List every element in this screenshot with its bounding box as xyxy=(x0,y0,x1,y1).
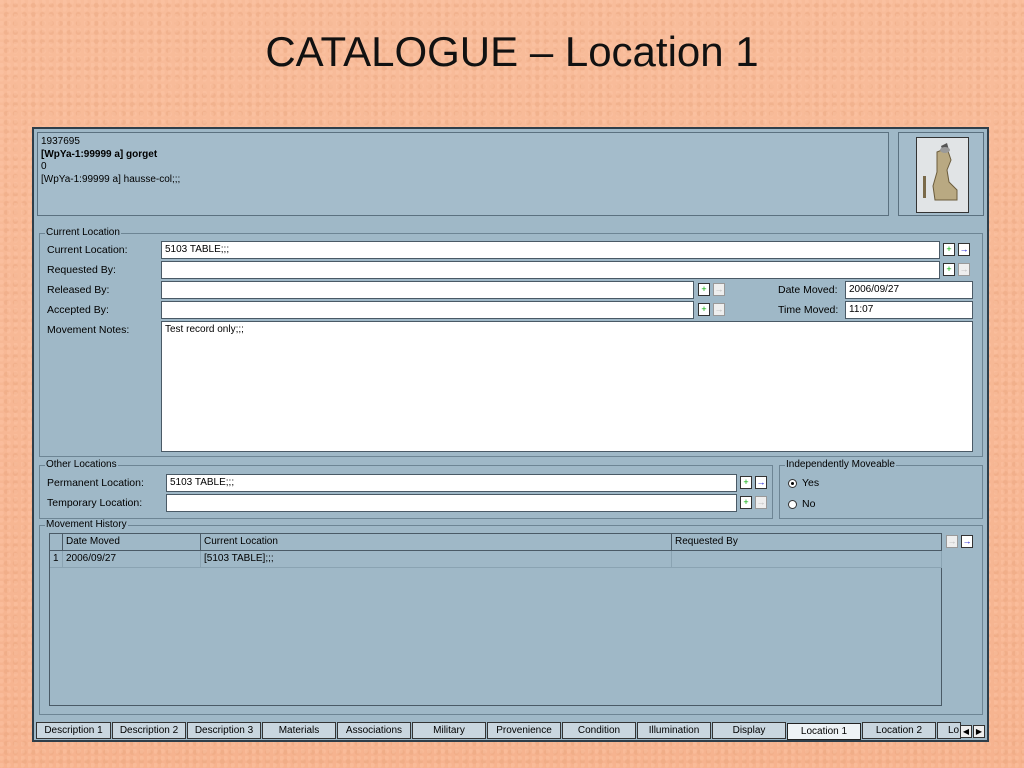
column-header-requested-by[interactable]: Requested By xyxy=(672,534,942,551)
record-header: 1937695 [WpYa-1:99999 a] gorget 0 [WpYa-… xyxy=(37,132,889,216)
record-alt-title: [WpYa-1:99999 a] hausse-col;;; xyxy=(41,173,181,185)
accepted-by-label: Accepted By: xyxy=(47,304,109,316)
tab-location-2[interactable]: Location 2 xyxy=(862,722,936,739)
tab-scroll-left-icon[interactable]: ◀ xyxy=(960,725,972,738)
tab-provenience[interactable]: Provenience xyxy=(487,722,561,739)
movement-history-grid: Date Moved Current Location Requested By… xyxy=(49,533,942,706)
moveable-yes-radio[interactable] xyxy=(788,479,797,488)
column-header-current-location[interactable]: Current Location xyxy=(201,534,672,551)
tab-strip: Description 1 Description 2 Description … xyxy=(36,722,987,740)
current-location-legend: Current Location xyxy=(45,227,121,238)
catalogue-window: 1937695 [WpYa-1:99999 a] gorget 0 [WpYa-… xyxy=(32,127,989,742)
goto-permanent-location-button[interactable]: → xyxy=(755,476,767,489)
tab-materials[interactable]: Materials xyxy=(262,722,336,739)
moveable-no-label[interactable]: No xyxy=(802,498,815,510)
independently-moveable-legend: Independently Moveable xyxy=(785,459,896,470)
column-header-date-moved[interactable]: Date Moved xyxy=(63,534,201,551)
goto-temporary-location-button[interactable]: → xyxy=(755,496,767,509)
movement-history-legend: Movement History xyxy=(45,519,128,530)
requested-by-label: Requested By: xyxy=(47,264,116,276)
table-row-number: 1 xyxy=(50,551,63,568)
tab-military[interactable]: Military xyxy=(412,722,486,739)
temporary-location-label: Temporary Location: xyxy=(47,497,143,509)
add-releaser-button[interactable]: + xyxy=(698,283,710,296)
tab-display[interactable]: Display xyxy=(712,722,786,739)
tab-location-3-partial[interactable]: Lo xyxy=(937,722,961,739)
object-thumbnail[interactable] xyxy=(916,137,969,213)
tab-illumination[interactable]: Illumination xyxy=(637,722,711,739)
goto-location-button[interactable]: → xyxy=(958,243,970,256)
tab-associations[interactable]: Associations xyxy=(337,722,411,739)
row-header-corner xyxy=(50,534,63,551)
time-moved-field[interactable]: 11:07 xyxy=(845,301,973,319)
tab-location-1[interactable]: Location 1 xyxy=(787,723,861,740)
accepted-by-field[interactable] xyxy=(161,301,694,319)
tab-scroll-right-icon[interactable]: ▶ xyxy=(973,725,985,738)
tab-description-2[interactable]: Description 2 xyxy=(112,722,186,739)
gorget-image xyxy=(917,138,968,212)
slide-title: CATALOGUE – Location 1 xyxy=(265,28,759,75)
goto-acceptor-button[interactable]: → xyxy=(713,303,725,316)
table-cell-location[interactable]: [5103 TABLE];;; xyxy=(201,551,672,568)
released-by-label: Released By: xyxy=(47,284,110,296)
add-permanent-location-button[interactable]: + xyxy=(740,476,752,489)
add-temporary-location-button[interactable]: + xyxy=(740,496,752,509)
movement-notes-textarea[interactable]: Test record only;;; xyxy=(161,321,973,452)
history-copy-button[interactable]: → xyxy=(946,535,958,548)
temporary-location-field[interactable] xyxy=(166,494,737,512)
independently-moveable-group: Independently Moveable xyxy=(779,459,983,519)
tab-condition[interactable]: Condition xyxy=(562,722,636,739)
history-goto-button[interactable]: → xyxy=(961,535,973,548)
tab-description-1[interactable]: Description 1 xyxy=(36,722,111,739)
date-moved-field[interactable]: 2006/09/27 xyxy=(845,281,973,299)
record-id: 1937695 xyxy=(41,136,80,147)
add-location-button[interactable]: + xyxy=(943,243,955,256)
table-cell-requested-by[interactable] xyxy=(672,551,942,568)
current-location-field[interactable]: 5103 TABLE;;; xyxy=(161,241,940,259)
table-cell-date[interactable]: 2006/09/27 xyxy=(63,551,201,568)
released-by-field[interactable] xyxy=(161,281,694,299)
record-title: [WpYa-1:99999 a] gorget xyxy=(41,148,158,160)
moveable-yes-label[interactable]: Yes xyxy=(802,477,819,489)
tab-description-3[interactable]: Description 3 xyxy=(187,722,261,739)
thumbnail-frame xyxy=(898,132,984,216)
add-acceptor-button[interactable]: + xyxy=(698,303,710,316)
date-moved-label: Date Moved: xyxy=(778,284,838,296)
permanent-location-field[interactable]: 5103 TABLE;;; xyxy=(166,474,737,492)
current-location-label: Current Location: xyxy=(47,244,128,256)
goto-requester-button[interactable]: → xyxy=(958,263,970,276)
permanent-location-label: Permanent Location: xyxy=(47,477,144,489)
other-locations-legend: Other Locations xyxy=(45,459,118,470)
requested-by-field[interactable] xyxy=(161,261,940,279)
add-requester-button[interactable]: + xyxy=(943,263,955,276)
time-moved-label: Time Moved: xyxy=(778,304,839,316)
goto-releaser-button[interactable]: → xyxy=(713,283,725,296)
moveable-no-radio[interactable] xyxy=(788,500,797,509)
movement-notes-label: Movement Notes: xyxy=(47,324,130,336)
record-number: 0 xyxy=(41,161,47,172)
